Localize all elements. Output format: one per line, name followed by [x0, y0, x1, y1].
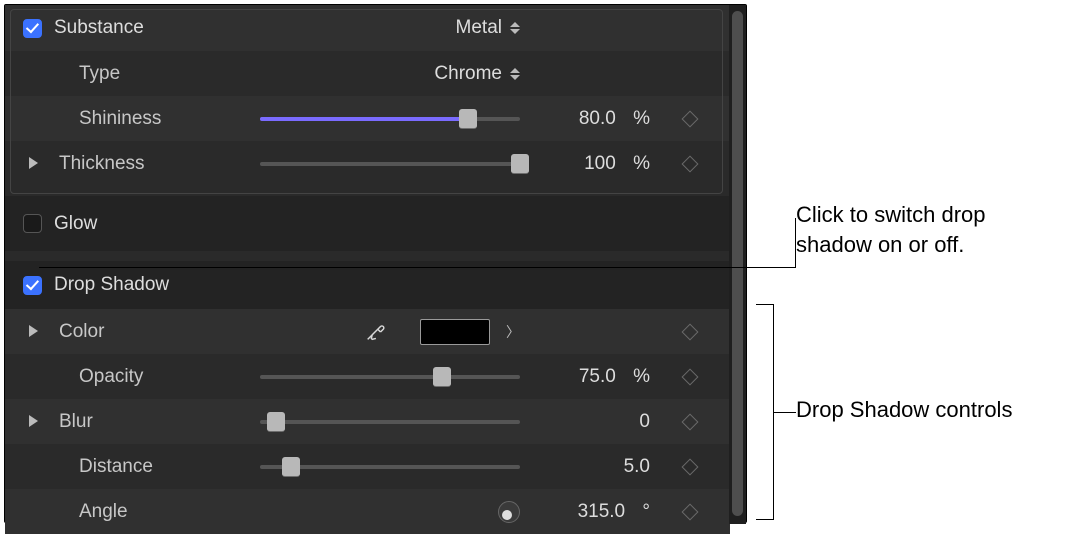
distance-label: Distance [79, 456, 153, 478]
opacity-row: Opacity 75.0 % [5, 354, 730, 399]
popup-arrows-icon [510, 68, 520, 80]
shininess-slider[interactable] [260, 117, 540, 121]
inspector-panel: Substance Metal Type Chrome Shininess [4, 4, 747, 523]
type-value: Chrome [434, 63, 502, 85]
popup-arrows-icon [510, 22, 520, 34]
glow-label: Glow [54, 213, 97, 235]
scroll-thumb[interactable] [732, 11, 743, 516]
keyframe-icon[interactable] [682, 110, 699, 127]
keyframe-icon[interactable] [682, 413, 699, 430]
color-row: Color 〉 [5, 309, 730, 354]
shininess-value-field[interactable]: 80.0 % [540, 108, 650, 130]
callout-bracket [756, 304, 774, 520]
color-control: 〉 [260, 319, 540, 345]
distance-slider[interactable] [260, 465, 540, 469]
opacity-slider[interactable] [260, 375, 540, 379]
keyframe-icon[interactable] [682, 323, 699, 340]
angle-row: Angle 315.0 ° [5, 489, 730, 534]
keyframe-icon[interactable] [682, 503, 699, 520]
color-swatch[interactable] [420, 319, 490, 345]
shininess-row: Shininess 80.0 % [5, 96, 730, 141]
substance-popup[interactable]: Metal [260, 17, 540, 39]
type-label: Type [79, 63, 120, 85]
keyframe-icon[interactable] [682, 458, 699, 475]
callout-leader-line [39, 267, 796, 268]
distance-value-field[interactable]: 5.0 [540, 456, 650, 478]
blur-label: Blur [59, 411, 93, 433]
angle-dial[interactable] [498, 501, 520, 523]
glow-checkbox[interactable] [23, 214, 42, 233]
glow-section: Glow [5, 196, 730, 251]
substance-value: Metal [456, 17, 502, 39]
blur-row: Blur 0 [5, 399, 730, 444]
keyframe-icon[interactable] [682, 368, 699, 385]
callout-leader-line [774, 412, 796, 413]
opacity-label: Opacity [79, 366, 143, 388]
color-disclosure[interactable] [23, 321, 43, 343]
keyframe-icon[interactable] [682, 155, 699, 172]
drop-shadow-section: Drop Shadow [5, 261, 730, 309]
chevron-down-icon[interactable]: 〉 [506, 322, 520, 342]
callout-text: Click to switch dropshadow on or off. [796, 200, 1046, 259]
type-row: Type Chrome [5, 51, 730, 96]
substance-label: Substance [54, 17, 144, 39]
thickness-disclosure[interactable] [23, 153, 43, 175]
color-label: Color [59, 321, 104, 343]
drop-shadow-checkbox[interactable] [23, 276, 42, 295]
thickness-label: Thickness [59, 153, 145, 175]
blur-value-field[interactable]: 0 [540, 411, 650, 433]
angle-label: Angle [79, 501, 128, 523]
shininess-label: Shininess [79, 108, 161, 130]
opacity-value-field[interactable]: 75.0 % [540, 366, 650, 388]
thickness-row: Thickness 100 % [5, 141, 730, 186]
blur-slider[interactable] [260, 420, 540, 424]
angle-value-field[interactable]: 315.0 ° [540, 501, 650, 523]
thickness-value-field[interactable]: 100 % [540, 153, 650, 175]
drop-shadow-label: Drop Shadow [54, 274, 169, 296]
blur-disclosure[interactable] [23, 411, 43, 433]
vertical-scrollbar[interactable] [729, 5, 746, 524]
distance-row: Distance 5.0 [5, 444, 730, 489]
inspector-panel-inner: Substance Metal Type Chrome Shininess [5, 5, 730, 524]
eyedropper-icon[interactable] [364, 321, 386, 343]
substance-checkbox[interactable] [23, 19, 42, 38]
thickness-slider[interactable] [260, 162, 540, 166]
substance-row: Substance Metal [5, 5, 730, 51]
type-popup[interactable]: Chrome [260, 63, 540, 85]
callout-text: Drop Shadow controls [796, 395, 1056, 425]
